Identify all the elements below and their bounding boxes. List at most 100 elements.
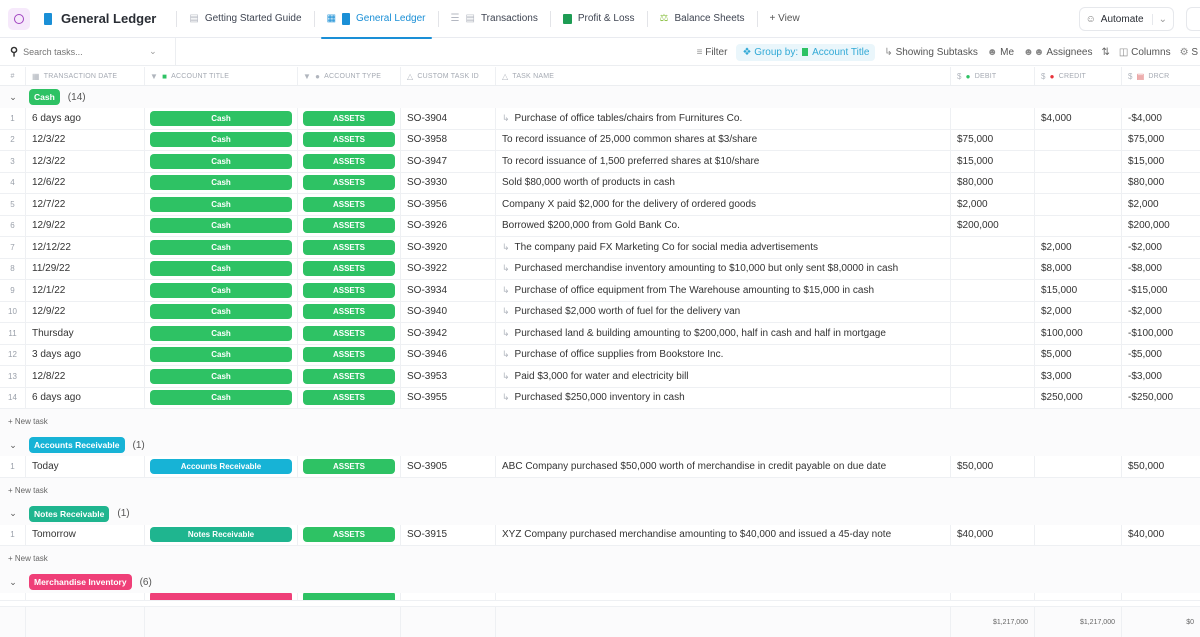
col-header-account-type[interactable]: ▼ ● ACCOUNT TYPE	[298, 67, 401, 85]
table-row[interactable]: 10 12/9/22 Cash ASSETS SO-3940 ↳ Purchased $2,…	[0, 301, 1200, 323]
debit-cell[interactable]: $2,000	[951, 194, 1035, 215]
group-badge[interactable]: Merchandise Inventory	[29, 574, 132, 590]
credit-cell[interactable]	[1035, 129, 1122, 150]
task-name-cell[interactable]: ↳ Paid $3,000 for water and electricity b…	[496, 366, 951, 387]
share-button[interactable]	[1186, 7, 1200, 31]
transaction-date-cell[interactable]: 12/12/22	[26, 237, 145, 258]
task-name[interactable]: Purchased $2,000 worth of fuel for the d…	[515, 306, 741, 317]
account-type-cell[interactable]: ASSETS	[298, 258, 401, 279]
account-type-cell[interactable]: ASSETS	[298, 280, 401, 301]
transaction-date-cell[interactable]: 12/6/22	[26, 172, 145, 193]
account-type-cell[interactable]: ASSETS	[298, 151, 401, 172]
table-row[interactable]: 7 12/12/22 Cash ASSETS SO-3920 ↳ The company p…	[0, 237, 1200, 259]
task-name[interactable]: ABC Company purchased $50,000 worth of m…	[502, 461, 886, 472]
task-name-cell[interactable]: Sold $80,000 worth of products in cash	[496, 172, 951, 193]
credit-cell[interactable]: $250,000	[1035, 387, 1122, 408]
settings-button[interactable]: ⚙ S	[1180, 47, 1198, 58]
credit-cell[interactable]	[1035, 151, 1122, 172]
account-type-pill[interactable]: ASSETS	[303, 458, 395, 474]
filter-button[interactable]: ≡ Filter	[697, 47, 728, 58]
account-title-cell[interactable]: Cash	[145, 366, 298, 387]
task-name[interactable]: Company X paid $2,000 for the delivery o…	[502, 199, 756, 210]
account-title-pill[interactable]: Cash	[150, 110, 292, 126]
task-name-cell[interactable]: XYZ Company purchased merchandise amount…	[496, 524, 951, 545]
account-title-pill[interactable]: Cash	[150, 325, 292, 341]
tab-profit-loss[interactable]: Profit & Loss	[557, 0, 641, 38]
account-type-pill[interactable]: ASSETS	[303, 110, 395, 126]
credit-cell[interactable]: $100,000	[1035, 323, 1122, 344]
credit-cell[interactable]	[1035, 194, 1122, 215]
task-name-cell[interactable]: ABC Company purchased $50,000 worth of m…	[496, 456, 951, 477]
account-type-pill[interactable]: ASSETS	[303, 175, 395, 191]
transaction-date-cell[interactable]: 6 days ago	[26, 108, 145, 129]
account-title-cell[interactable]: Cash	[145, 387, 298, 408]
col-header-custom-id[interactable]: △ CUSTOM TASK ID	[401, 67, 496, 85]
task-name[interactable]: Purchased merchandise inventory amountin…	[515, 263, 899, 274]
task-name-cell[interactable]: To record issuance of 25,000 common shar…	[496, 129, 951, 150]
search-box[interactable]: ⚲ ⌄	[0, 38, 176, 65]
account-title-pill[interactable]: Cash	[150, 239, 292, 255]
transaction-date-cell[interactable]: 12/9/22	[26, 215, 145, 236]
account-title-pill[interactable]: Cash	[150, 153, 292, 169]
transaction-date-cell[interactable]: 12/8/22	[26, 366, 145, 387]
account-type-pill[interactable]: ASSETS	[303, 304, 395, 320]
transaction-date-cell[interactable]: 12/3/22	[26, 151, 145, 172]
debit-cell[interactable]	[951, 323, 1035, 344]
table-row[interactable]: 12 3 days ago Cash ASSETS SO-3946 ↳ Purchase o…	[0, 344, 1200, 366]
group-badge[interactable]: Cash	[29, 89, 60, 105]
table-row[interactable]: 14 6 days ago Cash ASSETS SO-3955 ↳ Purchased …	[0, 387, 1200, 409]
chevron-down-icon[interactable]: ⌄	[0, 92, 26, 103]
transaction-date-cell[interactable]: 12/1/22	[26, 280, 145, 301]
account-title-pill[interactable]: Accounts Receivable	[150, 458, 292, 474]
table-row[interactable]: 8 11/29/22 Cash ASSETS SO-3922 ↳ Purchased mer…	[0, 258, 1200, 280]
account-title-pill[interactable]: Cash	[150, 368, 292, 384]
account-type-cell[interactable]: ASSETS	[298, 129, 401, 150]
account-title-pill[interactable]: Notes Receivable	[150, 527, 292, 543]
account-title-cell[interactable]: Cash	[145, 215, 298, 236]
account-type-cell[interactable]: ASSETS	[298, 215, 401, 236]
account-type-pill[interactable]: ASSETS	[303, 282, 395, 298]
search-input[interactable]	[23, 46, 144, 57]
account-type-pill[interactable]: ASSETS	[303, 527, 395, 543]
task-name-cell[interactable]: Borrowed $200,000 from Gold Bank Co.	[496, 215, 951, 236]
chevron-down-icon[interactable]: ⌄	[0, 440, 26, 451]
task-name[interactable]: Borrowed $200,000 from Gold Bank Co.	[502, 220, 680, 231]
transaction-date-cell[interactable]: Tomorrow	[26, 524, 145, 545]
transaction-date-cell[interactable]: 11/29/22	[26, 258, 145, 279]
task-name-cell[interactable]: ↳ Purchased $250,000 inventory in cash	[496, 387, 951, 408]
col-header-debit[interactable]: $ ● DEBIT	[951, 67, 1035, 85]
transaction-date-cell[interactable]: 6 days ago	[26, 387, 145, 408]
account-title-pill[interactable]: Cash	[150, 132, 292, 148]
account-type-pill[interactable]: ASSETS	[303, 153, 395, 169]
credit-cell[interactable]	[1035, 524, 1122, 545]
account-title-pill[interactable]: Cash	[150, 390, 292, 406]
space-icon[interactable]	[8, 7, 30, 30]
debit-cell[interactable]: $200,000	[951, 215, 1035, 236]
account-type-pill[interactable]: ASSETS	[303, 218, 395, 234]
account-type-cell[interactable]: ASSETS	[298, 387, 401, 408]
task-name[interactable]: Paid $3,000 for water and electricity bi…	[515, 371, 689, 382]
tab-getting-started-guide[interactable]: ▤ Getting Started Guide	[183, 0, 307, 38]
debit-cell[interactable]	[951, 258, 1035, 279]
table-row[interactable]: 5 12/7/22 Cash ASSETS SO-3956 Company X paid …	[0, 194, 1200, 216]
task-name-cell[interactable]: ↳ The company paid FX Marketing Co for so…	[496, 237, 951, 258]
account-type-cell[interactable]: ASSETS	[298, 301, 401, 322]
account-title-pill[interactable]: Cash	[150, 261, 292, 277]
table-row[interactable]: 13 12/8/22 Cash ASSETS SO-3953 ↳ Paid $3,000 f…	[0, 366, 1200, 388]
col-header-date[interactable]: ▦ TRANSACTION DATE	[26, 67, 145, 85]
col-header-drcr[interactable]: $ ▤ DRCR	[1122, 67, 1200, 85]
account-type-pill[interactable]: ASSETS	[303, 347, 395, 363]
transaction-date-cell[interactable]: 12/9/22	[26, 301, 145, 322]
table-row[interactable]: 2 12/3/22 Cash ASSETS SO-3958 To record issua…	[0, 129, 1200, 151]
account-title-cell[interactable]: Cash	[145, 129, 298, 150]
table-row[interactable]: 9 12/1/22 Cash ASSETS SO-3934 ↳ Purchase of of…	[0, 280, 1200, 302]
account-type-pill[interactable]: ASSETS	[303, 196, 395, 212]
table-row[interactable]: 16 days ago Cash ASSETS SO-3904 ↳ Purchase of…	[0, 108, 1200, 130]
chevron-down-icon[interactable]: ⌄	[1151, 13, 1167, 25]
task-name-cell[interactable]: ↳ Purchase of office equipment from The W…	[496, 280, 951, 301]
account-title-pill[interactable]: Cash	[150, 175, 292, 191]
task-name-cell[interactable]: ↳ Purchase of office supplies from Bookst…	[496, 344, 951, 365]
account-title-cell[interactable]: Cash	[145, 194, 298, 215]
debit-cell[interactable]: $75,000	[951, 129, 1035, 150]
subtasks-button[interactable]: ↳ Showing Subtasks	[884, 47, 977, 58]
